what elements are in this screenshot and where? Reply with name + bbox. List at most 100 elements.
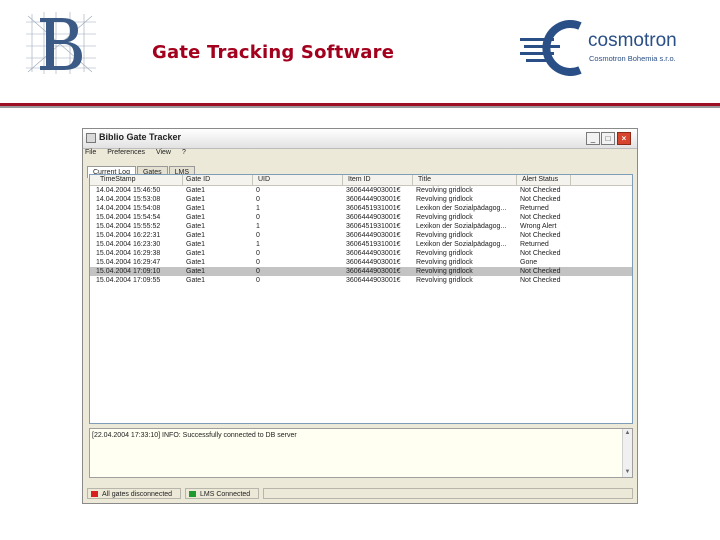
cell-alert-status: Not Checked [520, 187, 561, 194]
window-titlebar[interactable]: Biblio Gate Tracker _ □ × [83, 129, 637, 149]
minimize-button[interactable]: _ [586, 132, 600, 145]
cell-timestamp: 15.04.2004 15:54:54 [96, 214, 161, 221]
lms-status: LMS Connected [185, 488, 259, 499]
window-title: Biblio Gate Tracker [99, 132, 182, 142]
menu-file[interactable]: File [85, 149, 96, 156]
cell-timestamp: 14.04.2004 15:53:08 [96, 196, 161, 203]
cell-alert-status: Gone [520, 259, 538, 266]
cell-title: Revolving gridlock [416, 187, 473, 194]
cell-gate-id: Gate1 [186, 277, 206, 284]
cell-timestamp: 14.04.2004 15:54:08 [96, 205, 161, 212]
log-line: [22.04.2004 17:33:10] INFO: Successfully… [92, 432, 297, 439]
cell-gate-id: Gate1 [186, 187, 206, 194]
cell-gate-id: Gate1 [186, 196, 206, 203]
cell-title: Revolving gridlock [416, 259, 473, 266]
cell-alert-status: Not Checked [520, 250, 561, 257]
table-row[interactable]: 15.04.2004 16:29:47 Gate1 0 3606444903001€ R… [90, 258, 632, 267]
column-header-gate-id[interactable]: Gate ID [186, 176, 210, 183]
cell-gate-id: Gate1 [186, 259, 206, 266]
cell-item-id: 3606444903001€ [346, 232, 401, 239]
table-row[interactable]: 14.04.2004 15:46:50 Gate1 0 3606444903001€ R… [90, 186, 632, 195]
cell-item-id: 3606451931001€ [346, 241, 401, 248]
cell-gate-id: Gate1 [186, 214, 206, 221]
log-scrollbar[interactable]: ▲ ▼ [622, 429, 632, 477]
cell-uid: 0 [256, 277, 260, 284]
cell-uid: 0 [256, 259, 260, 266]
status-empty-panel [263, 488, 633, 499]
cell-alert-status: Not Checked [520, 214, 561, 221]
menu-view[interactable]: View [156, 149, 171, 156]
red-status-icon [91, 491, 98, 497]
cell-alert-status: Not Checked [520, 232, 561, 239]
cell-uid: 0 [256, 232, 260, 239]
cell-alert-status: Not Checked [520, 277, 561, 284]
scroll-down-icon[interactable]: ▼ [624, 469, 631, 476]
cell-timestamp: 15.04.2004 16:22:31 [96, 232, 161, 239]
cell-alert-status: Not Checked [520, 196, 561, 203]
tab-strip: Current Log Gates LMS [87, 161, 196, 178]
column-header-title[interactable]: Title [418, 176, 431, 183]
column-header-uid[interactable]: UID [258, 176, 270, 183]
menu-help[interactable]: ? [182, 149, 186, 156]
cell-uid: 0 [256, 268, 260, 275]
column-header-alert-status[interactable]: Alert Status [522, 176, 558, 183]
table-header: TimeStamp Gate ID UID Item ID Title Aler… [90, 175, 632, 186]
cell-item-id: 3606444903001€ [346, 259, 401, 266]
cell-title: Lexikon der Sozialpädagog... [416, 241, 507, 248]
cell-timestamp: 15.04.2004 17:09:10 [96, 268, 161, 275]
cell-item-id: 3606444903001€ [346, 277, 401, 284]
cell-timestamp: 15.04.2004 16:23:30 [96, 241, 161, 248]
log-table: TimeStamp Gate ID UID Item ID Title Aler… [89, 174, 633, 424]
cell-gate-id: Gate1 [186, 232, 206, 239]
cell-uid: 0 [256, 250, 260, 257]
table-row[interactable]: 14.04.2004 15:53:08 Gate1 0 3606444903001€ R… [90, 195, 632, 204]
cell-title: Revolving gridlock [416, 268, 473, 275]
gates-status-text: All gates disconnected [102, 491, 173, 498]
table-row[interactable]: 15.04.2004 15:55:52 Gate1 1 3606451931001€ L… [90, 222, 632, 231]
cell-uid: 1 [256, 205, 260, 212]
slide-title: Gate Tracking Software [152, 42, 395, 63]
cell-title: Lexikon der Sozialpädagog... [416, 223, 507, 230]
header-divider-shadow [0, 106, 720, 108]
table-row[interactable]: 15.04.2004 15:54:54 Gate1 0 3606444903001€ R… [90, 213, 632, 222]
cell-gate-id: Gate1 [186, 268, 206, 275]
cell-title: Revolving gridlock [416, 196, 473, 203]
column-header-item-id[interactable]: Item ID [348, 176, 371, 183]
cell-gate-id: Gate1 [186, 241, 206, 248]
close-button[interactable]: × [617, 132, 631, 145]
cell-uid: 0 [256, 187, 260, 194]
cell-item-id: 3606444903001€ [346, 187, 401, 194]
table-row[interactable]: 15.04.2004 16:22:31 Gate1 0 3606444903001€ R… [90, 231, 632, 240]
maximize-button[interactable]: □ [601, 132, 615, 145]
cell-uid: 1 [256, 241, 260, 248]
cell-item-id: 3606444903001€ [346, 214, 401, 221]
cell-title: Revolving gridlock [416, 250, 473, 257]
table-row[interactable]: 15.04.2004 17:09:55 Gate1 0 3606444903001€ R… [90, 276, 632, 285]
menu-preferences[interactable]: Preferences [107, 149, 145, 156]
status-bar: All gates disconnected LMS Connected [85, 487, 635, 500]
cell-item-id: 3606444903001€ [346, 250, 401, 257]
cell-gate-id: Gate1 [186, 205, 206, 212]
table-row[interactable]: 15.04.2004 16:23:30 Gate1 1 3606451931001€ L… [90, 240, 632, 249]
cell-title: Lexikon der Sozialpädagog... [416, 205, 507, 212]
cell-gate-id: Gate1 [186, 250, 206, 257]
cell-timestamp: 15.04.2004 16:29:47 [96, 259, 161, 266]
app-icon [86, 133, 96, 143]
table-row[interactable]: 15.04.2004 17:09:10 Gate1 0 3606444903001€ R… [90, 267, 632, 276]
b-logo [26, 12, 96, 74]
menu-bar: File Preferences View ? [85, 149, 195, 160]
cell-timestamp: 15.04.2004 15:55:52 [96, 223, 161, 230]
app-window: Biblio Gate Tracker _ □ × File Preferenc… [82, 128, 638, 504]
table-row[interactable]: 14.04.2004 15:54:08 Gate1 1 3606451931001€ L… [90, 204, 632, 213]
brand-subtitle: Cosmotron Bohemia s.r.o. [589, 54, 676, 63]
scroll-up-icon[interactable]: ▲ [624, 430, 631, 437]
green-status-icon [189, 491, 196, 497]
cell-alert-status: Returned [520, 205, 549, 212]
table-row[interactable]: 15.04.2004 16:29:38 Gate1 0 3606444903001€ R… [90, 249, 632, 258]
column-header-timestamp[interactable]: TimeStamp [100, 176, 136, 183]
cell-gate-id: Gate1 [186, 223, 206, 230]
cell-title: Revolving gridlock [416, 214, 473, 221]
cell-uid: 0 [256, 214, 260, 221]
lms-status-text: LMS Connected [200, 491, 251, 498]
log-output: [22.04.2004 17:33:10] INFO: Successfully… [89, 428, 633, 478]
